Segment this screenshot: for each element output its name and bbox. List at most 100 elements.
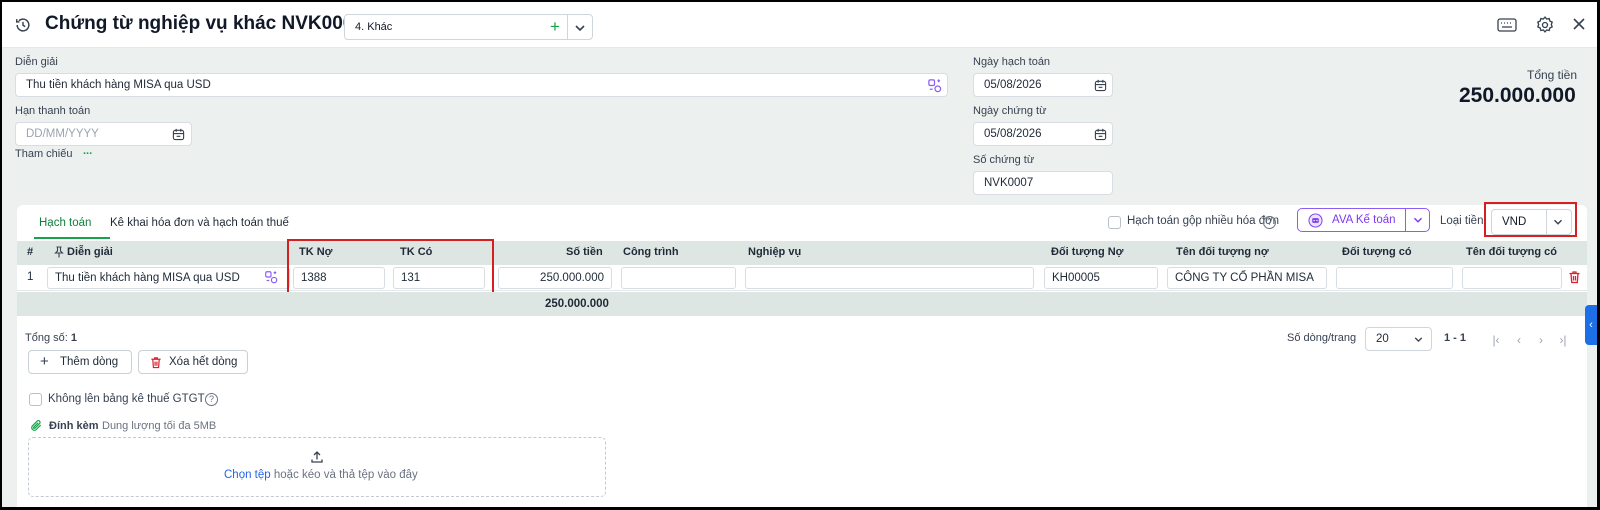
tab-ke-khai-hoa-don[interactable]: Kê khai hóa đơn và hạch toán thuế xyxy=(110,217,289,229)
collapse-sidebar-icon[interactable]: ‹ xyxy=(1585,305,1597,345)
dien-giai-cell-value: Thu tiền khách hàng MISA qua USD xyxy=(55,272,240,284)
trash-icon[interactable] xyxy=(1568,270,1581,284)
dien-giai-cell[interactable]: Thu tiền khách hàng MISA qua USD xyxy=(47,267,290,289)
ai-suggest-icon[interactable] xyxy=(264,270,278,284)
help-icon[interactable]: ? xyxy=(205,393,218,406)
so-chung-tu-input[interactable]: NVK0007 xyxy=(973,171,1113,195)
doi-tuong-co-cell[interactable] xyxy=(1336,267,1453,289)
hach-toan-gop-label: Hạch toán gộp nhiều hóa đơn xyxy=(1127,215,1280,227)
table-row: 1 Thu tiền khách hàng MISA qua USD 1388 … xyxy=(17,265,1587,291)
plus-icon: + xyxy=(40,353,49,370)
tham-chieu-more-link[interactable]: ... xyxy=(83,145,92,157)
tham-chieu-label: Tham chiếu xyxy=(15,148,73,160)
page-size-value: 20 xyxy=(1376,333,1389,345)
calendar-icon[interactable] xyxy=(1094,79,1107,92)
last-page-icon[interactable]: ›| xyxy=(1557,334,1569,346)
page-title: Chứng từ nghiệp vụ khác NVK0007 xyxy=(45,13,364,34)
keyboard-icon[interactable] xyxy=(1497,18,1517,32)
ngay-hach-toan-label: Ngày hạch toán xyxy=(973,56,1051,68)
doi-tuong-no-cell[interactable]: KH00005 xyxy=(1044,267,1158,289)
chevron-down-icon[interactable] xyxy=(572,20,588,36)
so-dong-label: Số dòng/trang xyxy=(1287,332,1357,344)
header-bar: Chứng từ nghiệp vụ khác NVK0007 4. Khác … xyxy=(2,2,1597,48)
upload-text: Chọn tệp hoặc kéo và thả tệp vào đây xyxy=(224,469,418,481)
chevron-down-icon[interactable] xyxy=(1412,333,1425,346)
ngay-hach-toan-value: 05/08/2026 xyxy=(984,79,1042,91)
dien-giai-value: Thu tiền khách hàng MISA qua USD xyxy=(26,79,211,91)
nghiep-vu-cell[interactable] xyxy=(745,267,1034,289)
ngay-chung-tu-value: 05/08/2026 xyxy=(984,128,1042,140)
ngay-chung-tu-label: Ngày chứng từ xyxy=(973,105,1047,117)
ai-suggest-icon[interactable] xyxy=(927,78,942,93)
pin-icon[interactable] xyxy=(54,246,64,258)
so-chung-tu-label: Số chứng từ xyxy=(973,154,1035,166)
col-ten-doi-tuong-co: Tên đối tượng có xyxy=(1466,246,1557,258)
col-dien-giai: Diễn giải xyxy=(67,246,113,258)
hach-toan-gop-checkbox[interactable] xyxy=(1108,216,1121,229)
ngay-chung-tu-input[interactable]: 05/08/2026 xyxy=(973,122,1113,146)
calendar-icon[interactable] xyxy=(1094,128,1107,141)
chevron-down-icon[interactable] xyxy=(1411,213,1425,227)
account-columns-highlight xyxy=(287,239,494,295)
first-page-icon[interactable]: |‹ xyxy=(1490,334,1502,346)
voucher-type-select[interactable]: 4. Khác + xyxy=(344,14,593,40)
divider xyxy=(567,15,568,39)
delete-all-rows-button[interactable]: Xóa hết dòng xyxy=(138,350,248,374)
han-thanh-toan-label: Hạn thanh toán xyxy=(15,105,91,117)
voucher-window: Chứng từ nghiệp vụ khác NVK0007 4. Khác … xyxy=(2,2,1597,507)
upload-hint: hoặc kéo và thả tệp vào đây xyxy=(273,469,418,481)
tong-tien-value: 250.000.000 xyxy=(1459,84,1576,107)
page-range: 1 - 1 xyxy=(1444,332,1467,344)
tong-so-label: Tổng số: xyxy=(25,332,68,344)
divider xyxy=(1405,209,1406,231)
cong-trinh-cell[interactable] xyxy=(621,267,736,289)
ngay-hach-toan-input[interactable]: 05/08/2026 xyxy=(973,73,1113,97)
next-page-icon[interactable]: › xyxy=(1535,334,1547,346)
col-so-tien: Số tiền xyxy=(566,246,603,258)
file-upload-dropzone[interactable]: Chọn tệp hoặc kéo và thả tệp vào đây xyxy=(28,437,606,497)
help-icon[interactable]: ? xyxy=(1263,216,1276,229)
ten-doi-tuong-no-cell[interactable]: CÔNG TY CỔ PHẦN MISA xyxy=(1167,267,1327,289)
han-thanh-toan-input[interactable]: DD/MM/YYYY xyxy=(15,122,192,146)
tong-so: Tổng số: 1 xyxy=(25,332,77,344)
choose-file-link[interactable]: Chọn tệp xyxy=(224,469,271,481)
add-row-label: Thêm dòng xyxy=(60,356,119,368)
khong-len-bang-ke-label: Không lên bảng kê thuế GTGT xyxy=(48,393,205,405)
currency-highlight xyxy=(1484,202,1577,237)
dien-giai-label: Diễn giải xyxy=(15,56,58,68)
col-doi-tuong-co: Đối tượng có xyxy=(1342,246,1412,258)
add-type-icon[interactable]: + xyxy=(544,16,566,38)
prev-page-icon[interactable]: ‹ xyxy=(1513,334,1525,346)
row-index: 1 xyxy=(27,271,34,283)
tong-tien-label: Tổng tiền xyxy=(1527,68,1578,82)
active-tab-indicator xyxy=(34,237,110,239)
close-icon[interactable] xyxy=(1571,16,1587,32)
col-nghiep-vu: Nghiệp vụ xyxy=(748,246,802,258)
dinh-kem-label: Đính kèm xyxy=(49,420,99,432)
history-icon[interactable] xyxy=(14,16,32,34)
page-size-select[interactable]: 20 xyxy=(1365,327,1432,351)
gear-icon[interactable] xyxy=(1535,15,1555,35)
tab-hach-toan[interactable]: Hạch toán xyxy=(39,217,91,229)
khong-len-bang-ke-checkbox[interactable] xyxy=(29,393,42,406)
ava-ke-toan-button[interactable]: AVA Kế toán xyxy=(1297,208,1430,232)
dung-luong-label: Dung lượng tối đa 5MB xyxy=(102,420,217,432)
so-tien-cell[interactable]: 250.000.000 xyxy=(498,267,612,289)
so-tien-value: 250.000.000 xyxy=(540,272,604,284)
ten-doi-tuong-co-cell[interactable] xyxy=(1462,267,1562,289)
robot-icon xyxy=(1308,213,1323,228)
han-thanh-toan-placeholder: DD/MM/YYYY xyxy=(26,128,99,140)
col-ten-doi-tuong-no: Tên đối tượng nợ xyxy=(1176,246,1269,258)
add-row-button[interactable]: + Thêm dòng xyxy=(28,350,132,374)
calendar-icon[interactable] xyxy=(172,128,185,141)
voucher-type-value: 4. Khác xyxy=(355,21,393,33)
ten-doi-tuong-no-value: CÔNG TY CỔ PHẦN MISA xyxy=(1175,272,1314,284)
so-chung-tu-value: NVK0007 xyxy=(984,177,1034,189)
loai-tien-label: Loại tiền xyxy=(1440,215,1484,227)
dien-giai-input[interactable]: Thu tiền khách hàng MISA qua USD xyxy=(15,73,948,97)
sum-so-tien: 250.000.000 xyxy=(545,298,609,310)
table-header: # Diễn giải TK Nợ TK Có Số tiền Công trì… xyxy=(17,241,1587,265)
table-sum-row: 250.000.000 xyxy=(17,292,1587,316)
ava-ke-toan-label: AVA Kế toán xyxy=(1332,214,1396,226)
tong-so-value: 1 xyxy=(70,332,77,344)
